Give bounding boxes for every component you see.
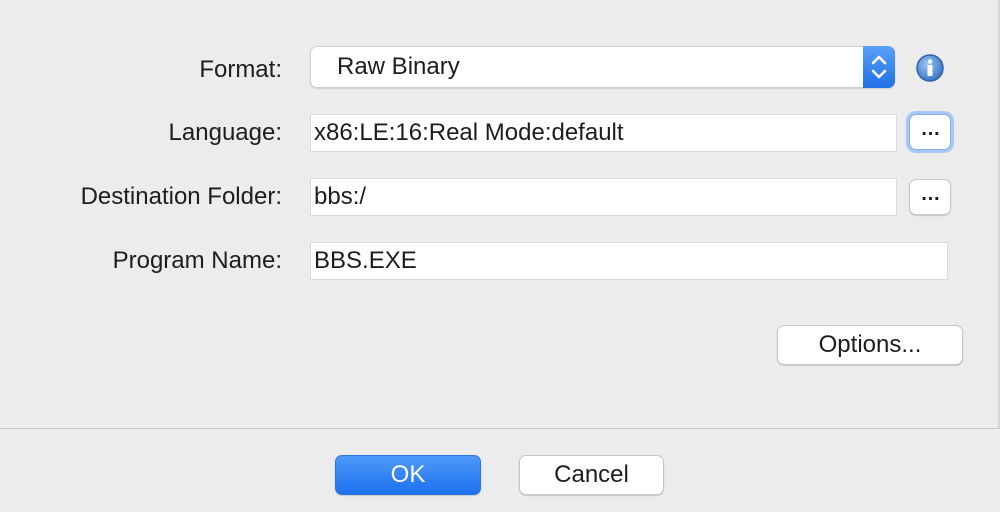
- dialog-content-panel: Format: Raw Binary Language: x86:LE:16:R…: [0, 0, 1000, 429]
- destination-folder-field[interactable]: bbs:/: [310, 178, 897, 216]
- options-button[interactable]: Options...: [777, 325, 963, 365]
- destination-folder-label: Destination Folder:: [80, 183, 282, 210]
- format-label: Format:: [199, 56, 282, 83]
- format-select[interactable]: Raw Binary: [310, 46, 895, 88]
- language-field[interactable]: x86:LE:16:Real Mode:default: [310, 114, 897, 152]
- up-down-arrows-icon[interactable]: [863, 46, 895, 88]
- cancel-button[interactable]: Cancel: [519, 455, 664, 495]
- program-name-label: Program Name:: [112, 247, 282, 274]
- format-select-value: Raw Binary: [337, 53, 460, 80]
- ok-button[interactable]: OK: [335, 455, 481, 495]
- program-name-field[interactable]: BBS.EXE: [310, 242, 948, 280]
- language-browse-button[interactable]: …: [909, 114, 951, 150]
- language-label: Language:: [168, 119, 282, 146]
- destination-browse-button[interactable]: …: [909, 179, 951, 215]
- info-icon[interactable]: [915, 53, 945, 83]
